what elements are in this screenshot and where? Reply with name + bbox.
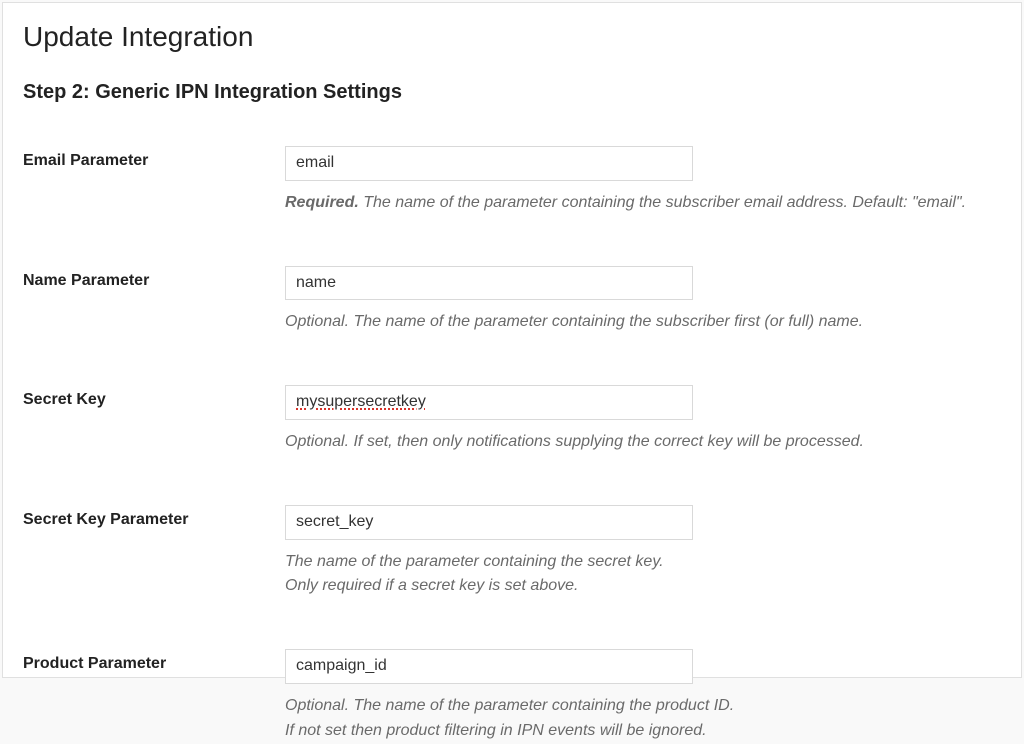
input-name-parameter[interactable]	[285, 266, 693, 301]
label-secret-key: Secret Key	[23, 385, 285, 409]
row-secret-key: Secret Key Optional. If set, then only n…	[23, 385, 1001, 455]
row-product-parameter: Product Parameter Optional. The name of …	[23, 649, 1001, 743]
row-name-parameter: Name Parameter Optional. The name of the…	[23, 266, 1001, 336]
step-heading: Step 2: Generic IPN Integration Settings	[23, 81, 1001, 104]
row-secret-key-parameter: Secret Key Parameter The name of the par…	[23, 505, 1001, 599]
input-email-parameter[interactable]	[285, 146, 693, 181]
description-email-parameter: Required. The name of the parameter cont…	[285, 191, 1001, 216]
description-secret-key-parameter: The name of the parameter containing the…	[285, 550, 1001, 600]
input-secret-key[interactable]	[285, 385, 693, 420]
description-secret-key: Optional. If set, then only notification…	[285, 430, 1001, 455]
description-product-parameter: Optional. The name of the parameter cont…	[285, 694, 1001, 744]
row-email-parameter: Email Parameter Required. The name of th…	[23, 146, 1001, 216]
label-product-parameter: Product Parameter	[23, 649, 285, 673]
form-table: Email Parameter Required. The name of th…	[23, 146, 1001, 744]
integration-settings-panel: Update Integration Step 2: Generic IPN I…	[2, 2, 1022, 678]
input-secret-key-parameter[interactable]	[285, 505, 693, 540]
description-name-parameter: Optional. The name of the parameter cont…	[285, 310, 1001, 335]
label-email-parameter: Email Parameter	[23, 146, 285, 170]
label-name-parameter: Name Parameter	[23, 266, 285, 290]
label-secret-key-parameter: Secret Key Parameter	[23, 505, 285, 529]
page-title: Update Integration	[23, 21, 1001, 53]
input-product-parameter[interactable]	[285, 649, 693, 684]
